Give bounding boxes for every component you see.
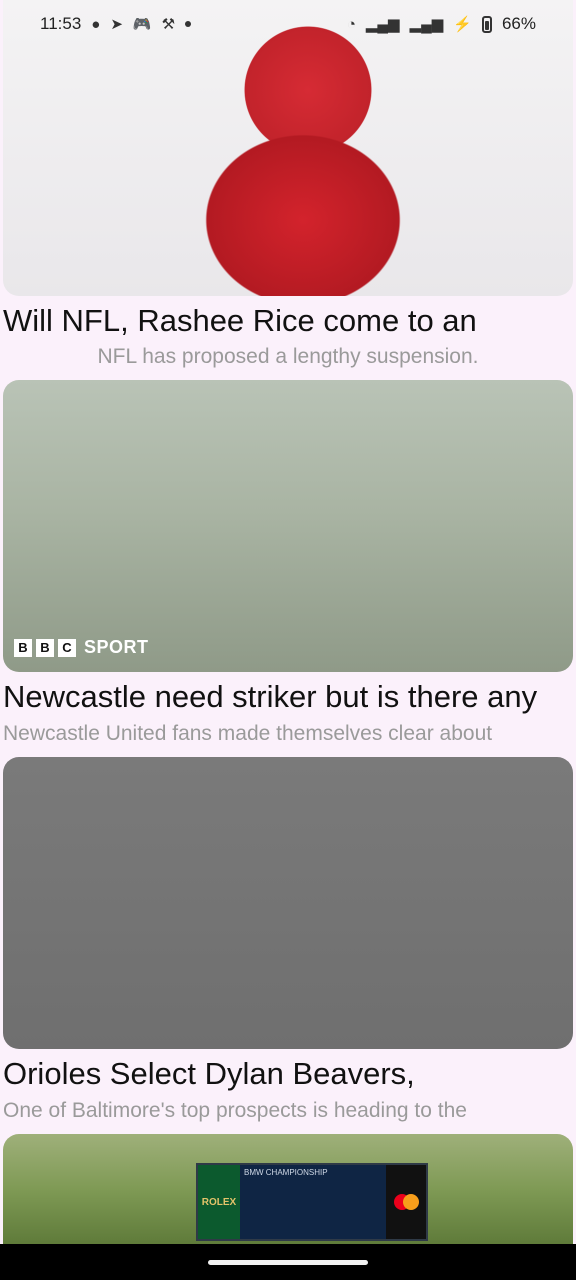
send-icon: ➤	[110, 15, 123, 33]
bbc-sport-logo: B B C SPORT	[14, 637, 149, 658]
home-indicator[interactable]	[208, 1259, 368, 1265]
article-description[interactable]: One of Baltimore's top prospects is head…	[3, 1097, 573, 1125]
dot-icon	[185, 21, 192, 27]
tools-icon: ⚒	[161, 15, 176, 33]
bbc-block: C	[58, 638, 76, 657]
gamepad-icon: 🎮	[132, 15, 152, 33]
bbc-sport-label: SPORT	[84, 637, 149, 657]
clock: 11:53	[40, 14, 82, 33]
golf-scoreboard: ROLEX BMW CHAMPIONSHIP	[196, 1163, 428, 1241]
bbc-block: B	[14, 638, 32, 657]
status-bar: 11:53 ● ➤ 🎮 ⚒ ◔ ▂▄▆ ▂▄▆ ⚡ 66%	[0, 0, 576, 48]
article-title[interactable]: Newcastle need striker but is there any	[3, 678, 573, 716]
event-name: BMW CHAMPIONSHIP	[244, 1168, 328, 1177]
article-image-newcastle[interactable]	[3, 380, 573, 672]
signal-icon: ▂▄▆	[365, 15, 400, 33]
rolex-logo: ROLEX	[198, 1165, 240, 1239]
battery-percent: 66%	[501, 14, 536, 33]
wifi-icon: ◔	[346, 15, 356, 33]
chat-icon: ●	[91, 15, 101, 33]
charging-icon: ⚡	[453, 15, 472, 33]
mastercard-logo-icon	[386, 1165, 426, 1239]
bbc-block: B	[36, 638, 54, 657]
battery-icon	[481, 15, 492, 33]
article-description[interactable]: Newcastle United fans made themselves cl…	[3, 720, 573, 748]
signal-icon: ▂▄▆	[409, 15, 444, 33]
leaderboard: BMW CHAMPIONSHIP	[240, 1165, 386, 1239]
article-image-orioles[interactable]	[3, 757, 573, 1049]
navigation-bar	[0, 1244, 576, 1280]
article-title[interactable]: Will NFL, Rashee Rice come to an	[3, 302, 573, 340]
article-title[interactable]: Orioles Select Dylan Beavers,	[3, 1055, 573, 1093]
article-description[interactable]: NFL has proposed a lengthy suspension.	[3, 343, 573, 371]
